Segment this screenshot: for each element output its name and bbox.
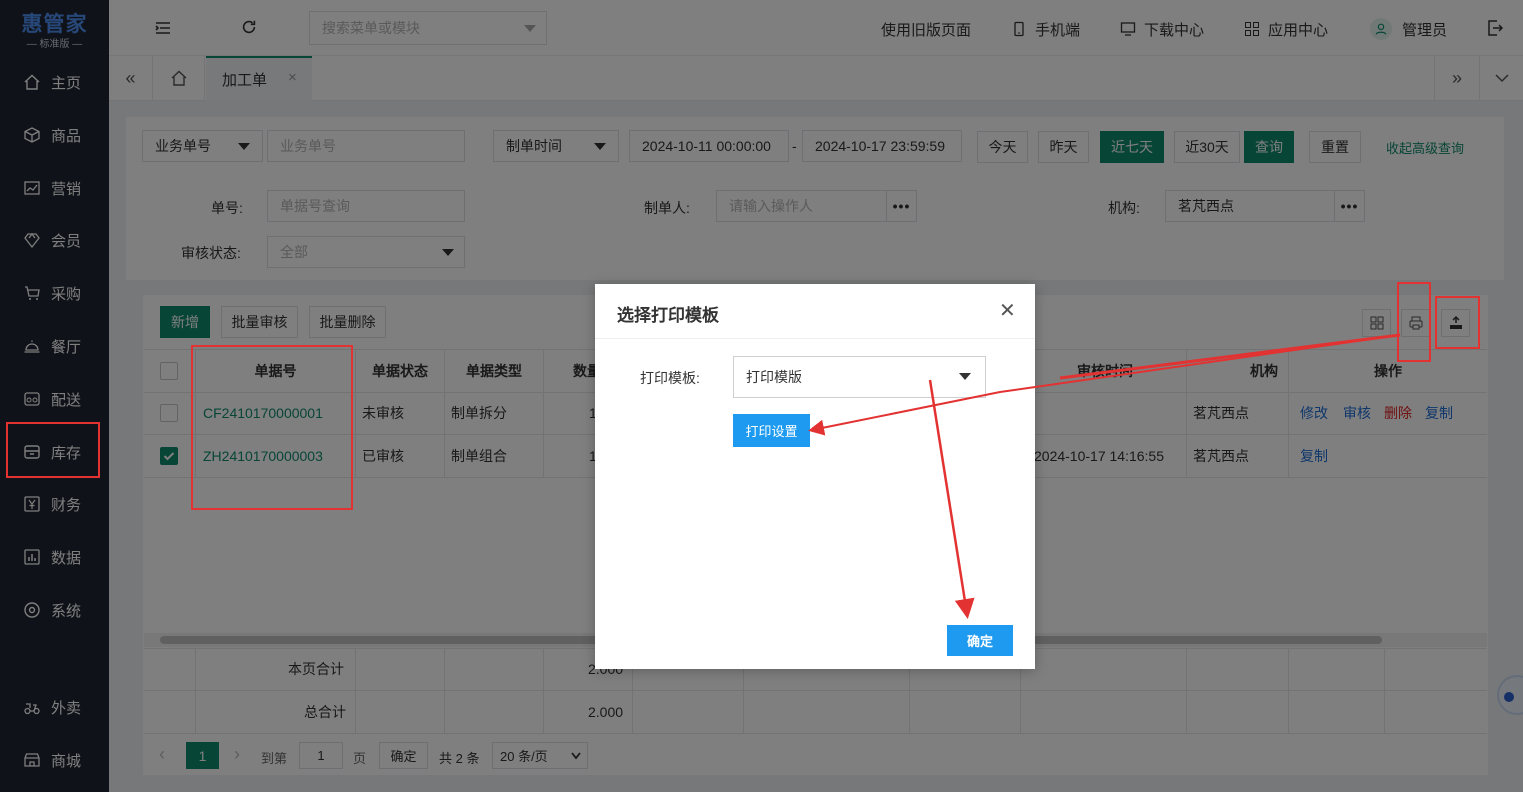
arrow-to-settings xyxy=(808,334,1401,436)
arrow-to-confirm xyxy=(928,379,975,619)
annotation-arrows xyxy=(808,333,1401,619)
